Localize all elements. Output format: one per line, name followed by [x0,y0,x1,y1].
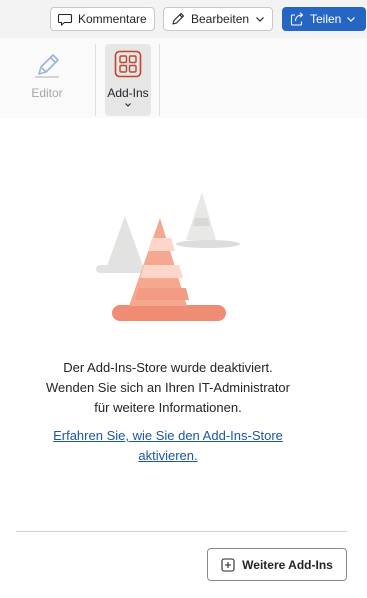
comments-label: Kommentare [78,12,147,26]
addins-button[interactable]: Add-Ins [105,44,151,116]
cone-shadow [176,240,240,248]
divider [16,531,347,532]
ribbon: Editor Add-Ins [0,38,367,118]
top-toolbar: Kommentare Bearbeiten Teilen [0,0,367,38]
grid-icon [114,50,142,78]
more-addins-label: Weitere Add-Ins [242,557,333,572]
more-addins-button[interactable]: Weitere Add-Ins [207,548,347,581]
learn-more-link[interactable]: Erfahren Sie, wie Sie den Add-Ins-Store … [0,426,336,466]
editor-label: Editor [31,86,63,100]
cone-back-left [107,216,143,266]
cone-stripe [140,265,183,278]
share-button[interactable]: Teilen [282,7,366,31]
ribbon-separator [159,44,160,116]
plus-box-icon [221,557,235,572]
cone-back-right [186,192,216,240]
edit-label: Bearbeiten [191,12,250,26]
share-icon [290,12,304,26]
traffic-cones-illustration [96,192,240,321]
cone-base [112,305,226,321]
message-line: Wenden Sie sich an Ihren IT-Administrato… [46,380,290,395]
disabled-message: Der Add-Ins-Store wurde deaktiviert. Wen… [0,358,336,418]
message-line: für weitere Informationen. [94,400,242,415]
message-line: Der Add-Ins-Store wurde deaktiviert. [63,360,273,375]
link-line: Erfahren Sie, wie Sie den Add-Ins-Store [53,428,283,443]
cone-stripe [135,288,189,300]
chevron-down-icon [256,17,264,22]
ribbon-separator [95,44,96,116]
addins-label: Add-Ins [107,86,149,100]
edit-button[interactable]: Bearbeiten [163,7,273,31]
chevron-down-icon [347,17,356,22]
cone-stripe [148,238,175,251]
comments-button[interactable]: Kommentare [50,7,155,31]
share-label: Teilen [310,12,342,26]
pencil-icon [172,12,185,25]
editor-button[interactable]: Editor [24,44,70,116]
link-line: aktivieren. [138,448,198,463]
chevron-down-icon [125,103,131,107]
comment-icon [57,13,73,27]
editor-pen-icon [35,54,59,78]
cone-stripe [193,218,210,226]
